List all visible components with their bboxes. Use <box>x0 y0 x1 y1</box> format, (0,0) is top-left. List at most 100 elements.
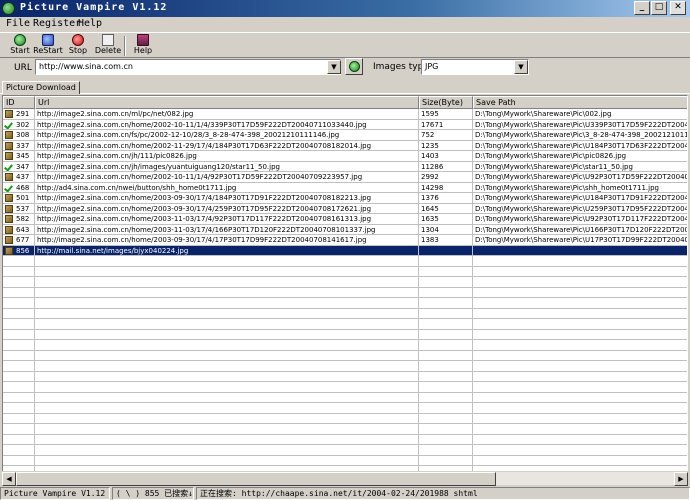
table-row[interactable]: 582 http://image2.sina.com.cn/home/2003-1… <box>3 214 687 225</box>
cell-save-path <box>473 351 687 361</box>
stop-button[interactable]: Stop <box>62 34 94 58</box>
cell-size <box>419 319 473 330</box>
cell-size: 1595 <box>419 109 473 120</box>
menu-register[interactable]: Register <box>33 18 81 29</box>
table-row[interactable]: 856 http://mail.sina.net/images/bjyx04022… <box>3 245 687 256</box>
table-row[interactable]: 308 http://image2.sina.com.cn/fs/pc/2002-… <box>3 130 687 141</box>
menu-file[interactable]: File <box>6 18 30 29</box>
table-row[interactable]: 302 http://image2.sina.com.cn/home/2002-1… <box>3 119 687 130</box>
menu-help[interactable]: Help <box>78 18 102 29</box>
empty-row <box>3 392 687 403</box>
cell-size: 1376 <box>419 193 473 204</box>
tab-picture-download[interactable]: Picture Download <box>2 81 80 94</box>
cell-save-path <box>473 445 687 456</box>
help-button[interactable]: Help <box>127 34 159 58</box>
download-table: ID Url Size(Byte) Save Path 291 http://im… <box>2 95 688 485</box>
cell-id-text: 537 <box>16 204 30 213</box>
cell-size <box>419 277 473 288</box>
cell-size-text: 1376 <box>421 194 439 202</box>
table-row[interactable]: 337 http://image2.sina.com.cn/home/2002-1… <box>3 140 688 151</box>
cell-save-path-text: D:\Tong\Mywork\Shareware\Pic\U166P30T17D… <box>475 225 688 234</box>
cell-save-path <box>473 340 687 351</box>
table-row[interactable]: 501 http://image2.sina.com.cn/home/2003-0… <box>3 193 687 204</box>
cell-save-path <box>473 277 687 288</box>
cell-id-text: 437 <box>16 173 30 181</box>
minimize-button[interactable]: _ <box>634 1 650 15</box>
cell-id <box>3 413 35 424</box>
cell-url <box>35 287 419 298</box>
cell-size-text: 1645 <box>421 204 439 213</box>
table-row[interactable]: 291 http://image2.sina.com.cn/ml/pc/net/0… <box>3 109 687 120</box>
cell-size: 14298 <box>419 182 473 193</box>
table-row[interactable]: 643 http://image2.sina.com.cn/home/2003-1… <box>3 224 688 235</box>
cell-size-text: 1635 <box>421 215 439 223</box>
table-row[interactable]: 347 http://image2.sina.com.cn/jh/images/y… <box>3 161 687 172</box>
cell-save-path: D:\Tong\Mywork\Shareware\Pic\U184P30T17D… <box>473 193 687 204</box>
cell-url <box>35 319 419 330</box>
checkmark-icon <box>5 163 13 171</box>
url-dropdown-button[interactable]: ▼ <box>327 60 341 74</box>
cell-url: http://image2.sina.com.cn/home/2002-10-1… <box>35 119 419 130</box>
cell-id: 468 <box>3 182 35 193</box>
column-header-save-path[interactable]: Save Path <box>473 96 687 109</box>
picture-icon <box>5 225 13 234</box>
column-header-size[interactable]: Size(Byte) <box>419 96 473 109</box>
cell-url <box>35 455 419 466</box>
cell-id <box>3 403 35 414</box>
images-type-dropdown-button[interactable]: ▼ <box>514 60 528 74</box>
close-button[interactable]: ✕ <box>670 1 686 15</box>
cell-id: 677 <box>3 235 35 246</box>
cell-url: http://image2.sina.com.cn/home/2003-11-0… <box>35 224 419 235</box>
go-button[interactable] <box>345 58 363 75</box>
cell-id-text: 468 <box>16 183 30 192</box>
delete-label: Delete <box>94 46 122 55</box>
cell-id-text: 302 <box>16 120 30 129</box>
cell-id <box>3 287 35 298</box>
cell-url-text: http://image2.sina.com.cn/fs/pc/2002-12-… <box>37 131 340 139</box>
scroll-thumb[interactable] <box>16 472 496 486</box>
url-input[interactable]: http://www.sina.com.cn <box>35 59 341 75</box>
column-header-url[interactable]: Url <box>35 96 419 109</box>
toolbar-separator <box>124 36 126 56</box>
cell-id: 337 <box>3 140 35 151</box>
cell-save-path <box>473 435 687 445</box>
cell-save-path <box>473 288 687 298</box>
table-row[interactable]: 345 http://image2.sina.com.cn/jh/111/pic0… <box>3 151 687 162</box>
horizontal-scrollbar[interactable]: ◀ ▶ <box>2 471 688 486</box>
cell-save-path: D:\Tong\Mywork\Shareware\Pic\pic0826.jpg <box>473 151 687 162</box>
cell-id <box>3 340 35 351</box>
cell-id: 302 <box>3 119 35 130</box>
table-row[interactable]: 468 http://ad4.sina.com.cn/nwei/button/sh… <box>3 182 687 193</box>
delete-button[interactable]: Delete <box>92 34 124 58</box>
cell-size-text: 17671 <box>421 120 444 129</box>
picture-icon <box>5 141 13 150</box>
scroll-left-button[interactable]: ◀ <box>2 472 16 486</box>
scroll-right-button[interactable]: ▶ <box>674 472 688 486</box>
cell-save-path: D:\Tong\Mywork\Shareware\Pic\U184P30T17D… <box>473 141 688 151</box>
cell-save-path-text: D:\Tong\Mywork\Shareware\Pic\U259P30T17D… <box>475 204 688 213</box>
cell-url: http://image2.sina.com.cn/jh/111/pic0826… <box>35 151 419 162</box>
cell-id: 643 <box>3 224 35 235</box>
cell-size <box>419 455 473 466</box>
cell-id: 537 <box>3 203 35 214</box>
cell-id-text: 291 <box>16 110 30 118</box>
table-row[interactable]: 677 http://image2.sina.com.cn/home/2003-0… <box>3 235 687 246</box>
restart-button[interactable]: ReStart <box>32 34 64 58</box>
column-header-id[interactable]: ID <box>3 96 35 109</box>
empty-row <box>3 298 687 309</box>
cell-url-text: http://image2.sina.com.cn/home/2003-09-3… <box>37 204 372 213</box>
cell-save-path-text: D:\Tong\Mywork\Shareware\Pic\U184P30T17D… <box>475 141 688 150</box>
table-row[interactable]: 537 http://image2.sina.com.cn/home/2003-0… <box>3 203 688 214</box>
cell-id <box>3 308 35 319</box>
checkmark-icon <box>5 184 13 192</box>
cell-url: http://image2.sina.com.cn/home/2002-10-1… <box>35 172 419 183</box>
app-logo-icon <box>2 2 15 15</box>
table-row[interactable]: 437 http://image2.sina.com.cn/home/2002-1… <box>3 172 687 183</box>
stop-label: Stop <box>68 46 88 55</box>
maximize-button[interactable]: □ <box>651 1 667 15</box>
images-type-select[interactable]: JPG <box>421 59 529 75</box>
empty-row <box>3 445 687 456</box>
cell-save-path-text: D:\Tong\Mywork\Shareware\Pic\pic0826.jpg <box>475 152 627 160</box>
empty-row <box>3 256 687 267</box>
cell-url <box>35 413 419 424</box>
